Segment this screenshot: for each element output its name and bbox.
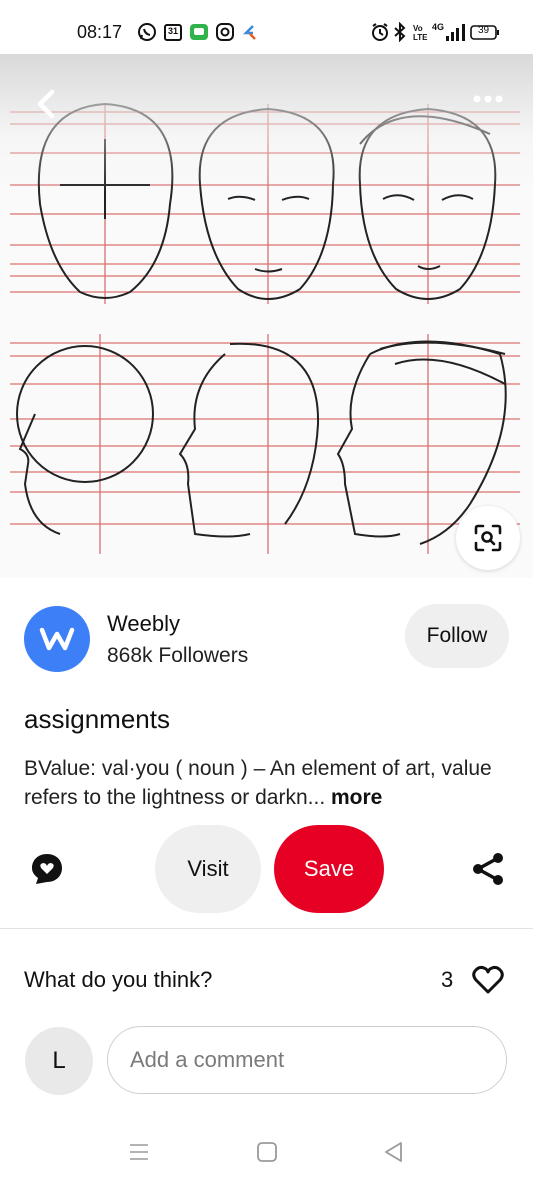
- nav-back-button[interactable]: [382, 1140, 406, 1164]
- comment-bubble-icon: [32, 854, 62, 884]
- pin-image[interactable]: [0, 54, 533, 578]
- whatsapp-icon: [136, 22, 158, 42]
- back-nav-icon: [385, 1142, 402, 1162]
- visual-search-button[interactable]: [456, 506, 520, 570]
- messages-icon: [188, 22, 210, 42]
- weebly-logo-icon: [39, 627, 75, 651]
- comments-heading: What do you think?: [24, 967, 213, 992]
- more-options-button[interactable]: [468, 90, 508, 108]
- battery-icon: 39: [470, 22, 500, 42]
- pin-title: assignments: [24, 704, 170, 734]
- creator-avatar[interactable]: [24, 606, 90, 672]
- calendar-icon: 31: [162, 22, 184, 42]
- volte-icon: Vo LTE: [411, 22, 429, 42]
- home-icon: [257, 1142, 277, 1162]
- calendar-day: 31: [167, 26, 178, 36]
- kite-icon: [240, 22, 262, 42]
- heart-icon: [472, 965, 504, 994]
- alarm-icon: [370, 22, 390, 42]
- network-label: 4G: [432, 22, 445, 32]
- pin-description-text: BValue: val·you ( noun ) – An element of…: [24, 757, 492, 809]
- more-link[interactable]: more: [331, 786, 382, 809]
- comment-input[interactable]: [107, 1026, 507, 1094]
- creator-followers: 868k Followers: [107, 644, 249, 667]
- user-avatar[interactable]: L: [25, 1027, 93, 1095]
- recent-apps-button[interactable]: [127, 1140, 151, 1164]
- visit-button[interactable]: Visit: [155, 825, 261, 913]
- divider: [0, 928, 533, 929]
- instagram-icon: [214, 22, 236, 42]
- recent-apps-icon: [130, 1144, 148, 1160]
- status-time: 08:17: [77, 22, 123, 42]
- comment-button[interactable]: [29, 851, 65, 887]
- image-top-shade: [0, 54, 533, 194]
- home-button[interactable]: [255, 1140, 279, 1164]
- save-button[interactable]: Save: [274, 825, 384, 913]
- share-button[interactable]: [470, 851, 506, 887]
- bluetooth-icon: [393, 22, 407, 42]
- creator-name[interactable]: Weebly: [107, 611, 180, 637]
- signal-icon: 4G: [432, 22, 468, 42]
- svg-text:Vo: Vo: [413, 24, 423, 33]
- reaction-count: 3: [441, 967, 454, 992]
- back-button[interactable]: [28, 86, 64, 122]
- visual-search-icon: [474, 524, 502, 552]
- svg-text:LTE: LTE: [413, 33, 428, 42]
- follow-button[interactable]: Follow: [405, 604, 509, 668]
- status-bar: 08:17 31 Vo LTE 4G 39: [0, 0, 533, 54]
- more-icon: [473, 95, 503, 103]
- pin-description: BValue: val·you ( noun ) – An element of…: [24, 754, 512, 812]
- react-button[interactable]: [472, 965, 504, 995]
- battery-level: 39: [477, 25, 490, 36]
- share-icon: [473, 853, 503, 885]
- back-icon: [37, 89, 55, 119]
